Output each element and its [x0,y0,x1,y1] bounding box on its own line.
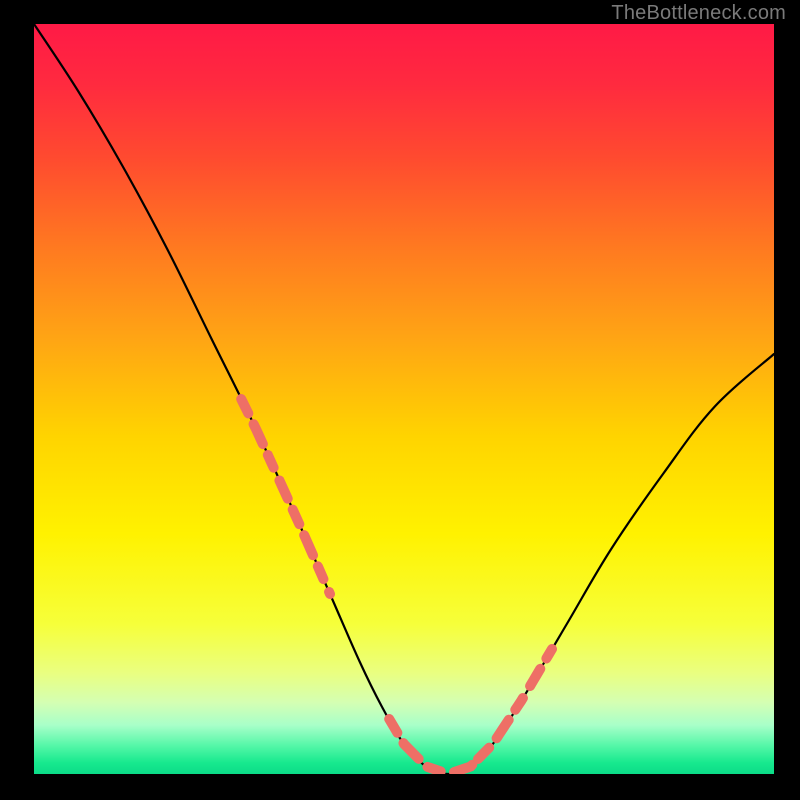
gradient-background [34,24,774,774]
chart-frame [34,24,774,774]
watermark-text: TheBottleneck.com [611,2,786,25]
bottleneck-chart [34,24,774,774]
